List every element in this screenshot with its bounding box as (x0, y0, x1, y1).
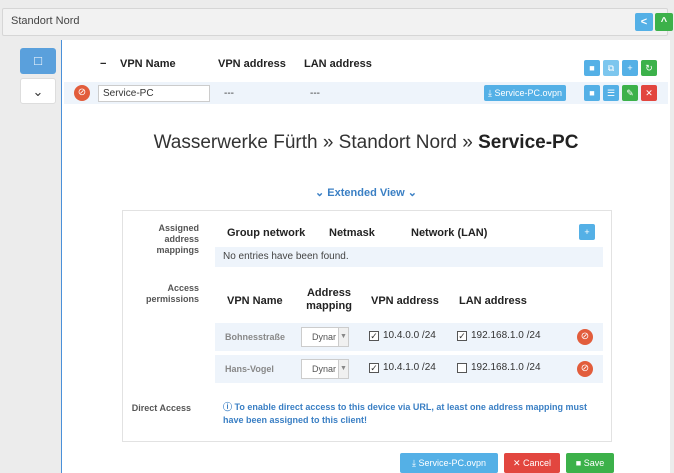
page-title: Wasserwerke Fürth » Standort Nord » Serv… (62, 132, 670, 154)
add-icon[interactable]: + (622, 60, 638, 76)
chevron-down-icon: ▼ (338, 360, 348, 378)
location-header: Standort Nord < ^ (2, 8, 673, 36)
access-label: Access permissions (145, 283, 199, 304)
address-mapping-select[interactable]: Dynar ▼ (301, 359, 349, 379)
extended-view-panel: Assigned address mappings Group network … (122, 210, 612, 442)
delete-icon[interactable]: ⊘ (74, 85, 90, 101)
sidebar: □ ⌄ (20, 48, 60, 108)
chevron-up-icon[interactable]: ^ (655, 13, 673, 31)
client-panel: − VPN Name VPN address LAN address ■ ⧉ +… (62, 40, 670, 473)
monitor-icon[interactable]: □ (20, 48, 56, 74)
chevron-down-icon[interactable]: ⌄ (20, 78, 56, 104)
address-mapping-select[interactable]: Dynar ▼ (301, 327, 349, 347)
add-mapping-button[interactable]: + (579, 224, 595, 240)
list-icon[interactable]: ☰ (603, 85, 619, 101)
vpn-checkbox[interactable]: ✓ (369, 331, 379, 341)
column-vpn-address: VPN address (218, 58, 286, 70)
client-name: Bohnesstraße (225, 332, 286, 342)
copy-icon[interactable]: ⧉ (603, 60, 619, 76)
lan-checkbox[interactable]: ✓ (457, 331, 467, 341)
file-icon[interactable]: ■ (584, 85, 600, 101)
column-network: Network (LAN) (411, 227, 488, 239)
ovpn-label: Service-PC.ovpn (494, 88, 563, 98)
extended-view-label: Extended View (327, 187, 405, 199)
export-icon[interactable]: ■ (584, 60, 600, 76)
column-lan-address: LAN address (304, 58, 372, 70)
table-row: Hans-Vogel Dynar ▼ ✓ 10.4.1.0 /24 192.168… (215, 355, 603, 383)
vpn-address: 10.4.0.0 /24 (383, 330, 436, 341)
ovpn-button-label: Service-PC.ovpn (418, 458, 486, 468)
save-button[interactable]: ■ Save (566, 453, 614, 473)
column-netmask: Netmask (329, 227, 375, 239)
direct-access-label: Direct Access (131, 403, 191, 413)
info-icon: ⓘ (223, 402, 235, 412)
vpn-checkbox[interactable]: ✓ (369, 363, 379, 373)
client-title: Service-PC (478, 132, 579, 153)
column-access-vpn-address: VPN address (371, 295, 439, 307)
client-name: Hans-Vogel (225, 364, 274, 374)
lan-address: 192.168.1.0 /24 (471, 330, 541, 341)
column-vpn-name: VPN Name (120, 58, 176, 70)
mapping-value: Dynar (312, 364, 337, 374)
row-vpn-address: --- (224, 88, 234, 99)
download-ovpn-button[interactable]: ⤓ Service-PC.ovpn (484, 85, 567, 101)
direct-access-text: To enable direct access to this device v… (223, 402, 587, 425)
share-icon[interactable]: < (635, 13, 653, 31)
column-address-mapping: Address mapping (306, 287, 352, 312)
mapping-value: Dynar (312, 332, 337, 342)
column-group-network: Group network (227, 227, 306, 239)
empty-state: No entries have been found. (215, 247, 603, 267)
extended-view-toggle[interactable]: ⌄ Extended View ⌄ (62, 186, 670, 199)
collapse-icon[interactable]: − (100, 58, 106, 70)
vpn-address: 10.4.1.0 /24 (383, 362, 436, 373)
trash-icon[interactable]: ✕ (641, 85, 657, 101)
cancel-button[interactable]: ✕ Cancel (504, 453, 560, 473)
row-lan-address: --- (310, 88, 320, 99)
remove-permission-icon[interactable]: ⊘ (577, 329, 593, 345)
column-access-lan-address: LAN address (459, 295, 527, 307)
table-row: ⊘ Service-PC --- --- ⤓ Service-PC.ovpn ■… (64, 82, 668, 104)
column-access-vpn-name: VPN Name (227, 295, 283, 307)
assigned-label: Assigned address mappings (156, 223, 199, 255)
client-name-field[interactable]: Service-PC (98, 85, 210, 102)
table-row: Bohnesstraße Dynar ▼ ✓ 10.4.0.0 /24 ✓ 192… (215, 323, 603, 351)
location-title: Standort Nord (11, 15, 80, 27)
save-label: Save (583, 458, 605, 468)
chevron-down-icon: ▼ (338, 328, 348, 346)
cancel-label: Cancel (523, 458, 552, 468)
lan-checkbox[interactable] (457, 363, 467, 373)
lan-address: 192.168.1.0 /24 (471, 362, 541, 373)
breadcrumb: Wasserwerke Fürth » Standort Nord » (153, 132, 479, 153)
refresh-icon[interactable]: ↻ (641, 60, 657, 76)
edit-icon[interactable]: ✎ (622, 85, 638, 101)
download-ovpn-button[interactable]: ⤓ Service-PC.ovpn (400, 453, 498, 473)
remove-permission-icon[interactable]: ⊘ (577, 361, 593, 377)
direct-access-info: ⓘ To enable direct access to this device… (223, 401, 593, 427)
